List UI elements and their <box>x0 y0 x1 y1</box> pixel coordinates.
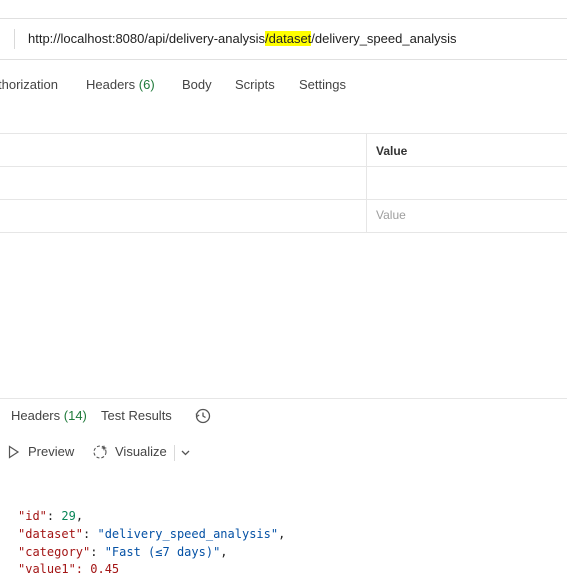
table-border-top <box>0 133 567 134</box>
json-value-id: 29 <box>61 509 76 523</box>
tab-headers-label: Headers <box>86 77 136 92</box>
tab-scripts-label: Scripts <box>235 77 275 92</box>
tab-scripts[interactable]: Scripts <box>235 77 275 92</box>
json-key-dataset: "dataset" <box>18 527 84 541</box>
response-divider <box>0 398 567 399</box>
preview-label: Preview <box>28 444 75 459</box>
history-icon[interactable] <box>194 407 212 425</box>
value-column-header: Value <box>376 144 408 158</box>
visualize-label: Visualize <box>115 444 167 459</box>
url-bar[interactable]: http://localhost:8080/api/delivery-analy… <box>0 18 567 60</box>
preview-button[interactable]: Preview <box>8 444 74 459</box>
table-border-row2 <box>0 199 567 200</box>
chevron-down-icon[interactable] <box>180 447 191 458</box>
url-input[interactable]: http://localhost:8080/api/delivery-analy… <box>28 31 457 46</box>
visualize-button[interactable]: Visualize <box>93 444 167 459</box>
json-line-partial: "value1": 0.45 <box>18 562 120 576</box>
json-line-dataset: "dataset": "delivery_speed_analysis", <box>18 527 286 541</box>
tab-headers-count: (6) <box>138 77 155 92</box>
url-highlight: /dataset <box>265 31 312 46</box>
response-tab-test-results[interactable]: Test Results <box>101 408 172 423</box>
tab-authorization-label: thorization <box>0 77 58 92</box>
response-tab-headers-count: (14) <box>63 408 87 423</box>
visualize-separator <box>174 445 175 461</box>
json-line-id: "id": 29, <box>18 509 84 523</box>
json-key-category: "category" <box>18 545 91 559</box>
value-cell-row1[interactable] <box>366 167 567 199</box>
tab-headers[interactable]: Headers (6) <box>86 77 155 92</box>
json-value-dataset: "delivery_speed_analysis" <box>97 527 279 541</box>
json-key-id: "id" <box>18 509 47 523</box>
value-input-placeholder[interactable]: Value <box>376 208 406 222</box>
url-tail: /delivery_speed_analysis <box>311 31 457 46</box>
tab-settings-label: Settings <box>299 77 346 92</box>
visualize-sparkle-icon <box>93 445 107 459</box>
json-line-category: "category": "Fast (≤7 days)", <box>18 545 228 559</box>
tab-body-label: Body <box>182 77 212 92</box>
url-bar-divider <box>14 29 15 49</box>
table-border-bottom <box>0 232 567 233</box>
response-tab-headers[interactable]: Headers (14) <box>11 408 87 423</box>
tab-body[interactable]: Body <box>182 77 212 92</box>
play-outline-icon <box>8 445 20 459</box>
response-tab-headers-label: Headers <box>11 408 61 423</box>
json-value-category: "Fast (≤7 days)" <box>104 545 221 559</box>
tab-settings[interactable]: Settings <box>299 77 346 92</box>
tab-authorization[interactable]: thorization <box>0 77 58 92</box>
url-base: http://localhost:8080/api/delivery-analy… <box>28 31 266 46</box>
response-tab-test-results-label: Test Results <box>101 408 172 423</box>
